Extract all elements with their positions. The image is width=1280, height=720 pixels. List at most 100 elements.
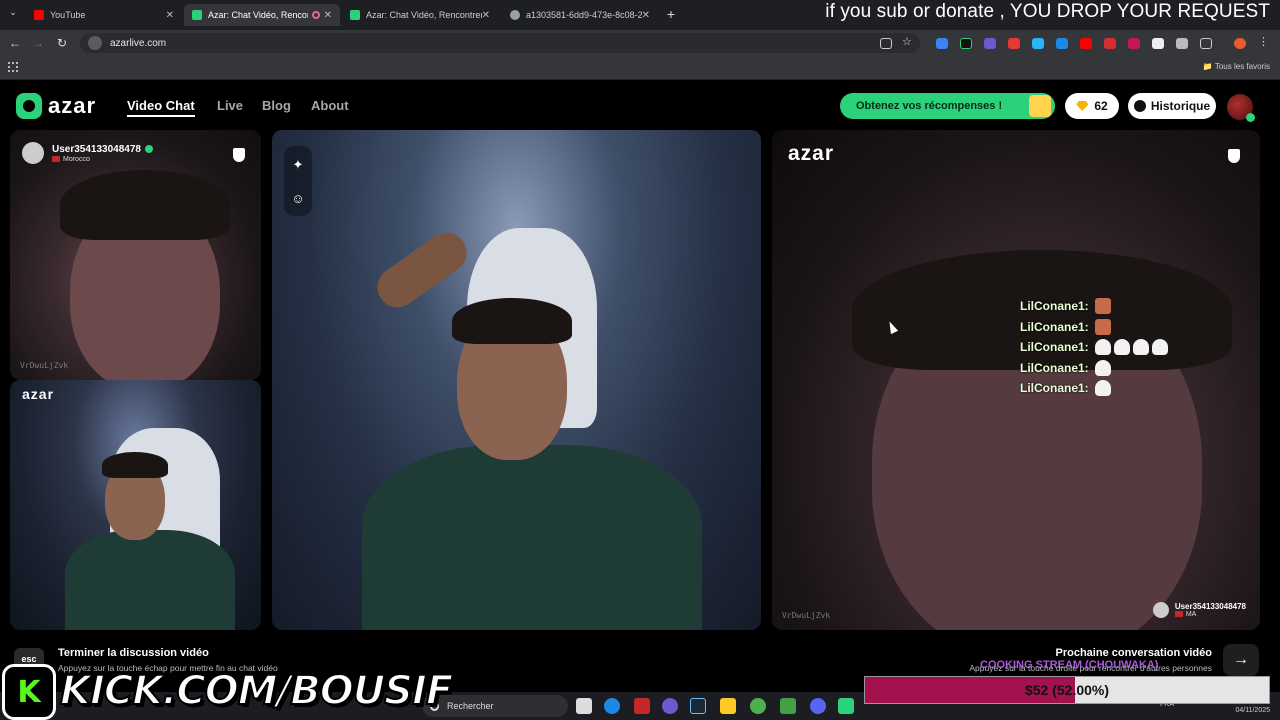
history-button[interactable]: Historique [1128,93,1216,119]
back-arrow-icon[interactable]: ← [8,36,22,50]
app-icon[interactable] [780,698,796,714]
app-icon[interactable] [662,698,678,714]
profile-icon[interactable] [1234,38,1246,49]
self-video-main: ✦ ☺ [272,130,761,630]
peer-user-tag: User354133048478 Morocco [22,142,153,164]
nav-blog[interactable]: Blog [262,98,291,113]
user-avatar[interactable] [1227,94,1255,122]
next-chat-title: Prochaine conversation vidéo [1055,647,1213,659]
face-emote-icon [1094,298,1111,315]
extension-icon[interactable] [936,38,948,49]
peer-country-short: MA [1185,611,1197,618]
star-bookmark-icon[interactable]: ☆ [902,35,914,48]
verified-icon [144,144,153,153]
self-shirt [362,445,702,630]
chat-line: LilConane1: [1020,378,1171,399]
close-icon[interactable]: ✕ [166,10,174,21]
clock-icon [1133,100,1146,112]
tab-azar-2[interactable]: Azar: Chat Vidéo, Rencontrer d ✕ [342,4,498,26]
chat-username: LilConane1: [1020,340,1089,355]
app-icon[interactable] [634,698,650,714]
tab-list-chevron-icon[interactable]: ⌄ [6,7,20,18]
chat-username: LilConane1: [1020,299,1089,314]
youtube-icon [34,10,44,20]
extension-icon[interactable] [1176,38,1188,49]
tab-youtube[interactable]: YouTube ✕ [26,4,182,26]
new-tab-plus-icon[interactable]: + [664,6,678,22]
reload-icon[interactable]: ↻ [55,36,69,50]
emoji-mask-icon[interactable]: ☺ [291,192,305,206]
menu-kebab-icon[interactable]: ⋮ [1258,35,1270,48]
history-label: Historique [1150,99,1211,113]
kick-letter: K [17,674,41,710]
donation-goal-text: $52 (52.00%) [1024,682,1110,698]
sparkle-effects-icon[interactable]: ✦ [291,158,305,172]
steam-icon[interactable] [690,698,706,714]
donation-goal-bar: $52 (52.00%) [864,676,1270,704]
mask-emote-icon [1094,359,1111,376]
gift-icon [1029,95,1051,117]
recording-icon [312,11,320,19]
apps-grid-icon[interactable] [8,62,18,72]
close-icon[interactable]: ✕ [324,10,332,21]
chrome-icon[interactable] [750,698,766,714]
extension-icon[interactable] [1056,38,1068,49]
close-icon[interactable]: ✕ [482,10,490,21]
azar-icon [192,10,202,20]
all-bookmarks-folder[interactable]: 📁 Tous les favoris [1203,62,1270,71]
url-field[interactable]: azarlive.com [80,33,920,53]
chat-username: LilConane1: [1020,319,1089,334]
extension-icon[interactable] [1152,38,1164,49]
self-hair [102,452,168,478]
peer-avatar [1152,602,1169,618]
close-icon[interactable]: ✕ [642,10,650,21]
discord-icon[interactable] [810,698,826,714]
report-shield-icon[interactable] [1228,149,1240,163]
report-shield-icon[interactable] [233,148,245,162]
file-explorer-icon[interactable] [720,698,736,714]
extension-icon[interactable] [1080,38,1092,49]
stream-chat-overlay: LilConane1: LilConane1: LilConane1: LilCona… [1020,296,1171,399]
tab-azar-active[interactable]: Azar: Chat Vidéo, Rencontr ✕ [184,4,340,26]
nav-live[interactable]: Live [217,98,243,113]
azar-logo[interactable]: azar [16,93,96,119]
peer-hair [60,170,230,240]
chat-line: LilConane1: [1020,358,1171,379]
rewards-button[interactable]: Obtenez vos récompenses ! [840,93,1055,119]
cooking-stream-overlay: COOKING STREAM (CHOUWAKA) [980,659,1159,671]
extension-icon[interactable] [984,38,996,49]
peer-username: User354133048478 [1174,602,1246,611]
app-icon[interactable] [838,698,854,714]
edge-icon[interactable] [604,698,620,714]
azar-header: azar Video Chat Live Blog About Obtenez … [0,82,1280,130]
chat-username: LilConane1: [1020,360,1089,375]
peer-user-tag: User354133048478 MA [1152,602,1246,618]
video-watermark-id: VrDwuLjZvk [782,611,831,620]
site-info-icon[interactable] [88,36,102,50]
tab-title: Azar: Chat Vidéo, Rencontr [208,10,308,20]
extension-icon[interactable] [1008,38,1020,49]
nav-about[interactable]: About [311,98,349,113]
self-hair [452,298,572,344]
peer-video-small: User354133048478 Morocco VrDwuLjZvk [10,130,261,380]
extension-icon[interactable] [1032,38,1044,49]
next-chat-button[interactable]: → [1223,644,1259,676]
peer-country: Morocco [63,155,90,163]
extension-icon[interactable] [1104,38,1116,49]
peer-username: User354133048478 [52,143,141,155]
extensions-puzzle-icon[interactable] [1200,38,1212,49]
extension-icon[interactable] [1128,38,1140,49]
tab-uuid[interactable]: a1303581-6dd9-473e-8c08-2d ✕ [502,4,658,26]
gems-counter[interactable]: 62 [1065,93,1119,119]
install-app-icon[interactable] [880,38,892,49]
task-view-icon[interactable] [576,698,592,714]
end-chat-title: Terminer la discussion vidéo [58,647,209,659]
mask-emote-icon [1151,339,1168,356]
stream-top-banner: if you sub or donate , YOU DROP YOUR REQ… [825,1,1270,22]
azar-icon [350,10,360,20]
nav-video-chat[interactable]: Video Chat [127,98,195,117]
extension-icon[interactable] [960,38,972,49]
forward-arrow-icon[interactable]: → [31,36,45,50]
taskbar-date[interactable]: 04/11/2025 [1235,707,1270,714]
tab-title: YouTube [50,10,86,20]
